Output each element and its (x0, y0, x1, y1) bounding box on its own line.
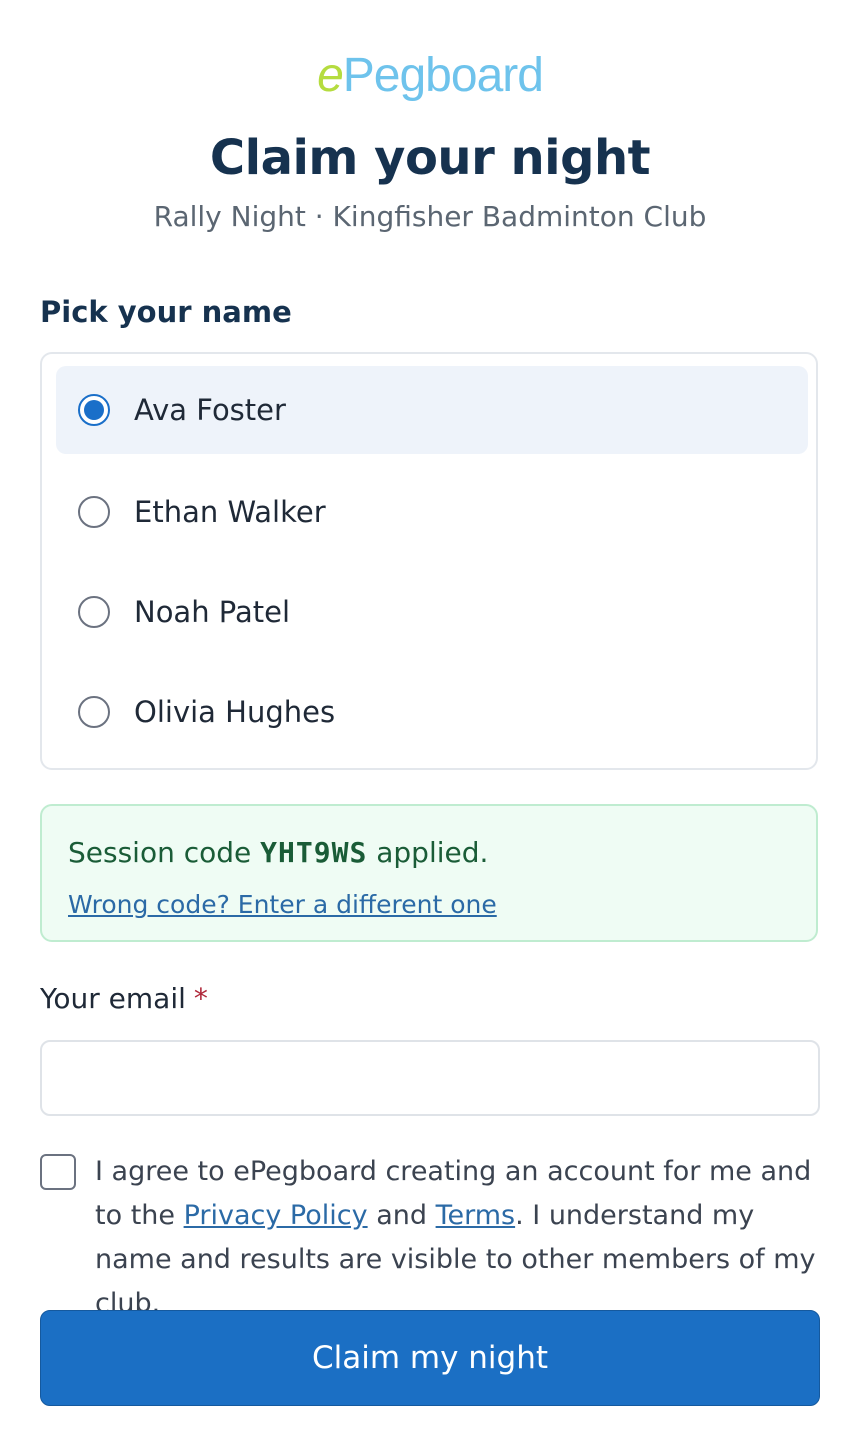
name-option-label: Ethan Walker (134, 495, 326, 529)
name-option-label: Olivia Hughes (134, 695, 336, 729)
radio-unselected-icon[interactable] (78, 596, 110, 628)
terms-link[interactable]: Terms (436, 1200, 516, 1231)
agreement-text: I agree to ePegboard creating an account… (95, 1150, 825, 1326)
session-code-text: Session code YHT9WS applied. (68, 836, 488, 869)
session-code-prefix: Session code (68, 836, 252, 869)
radio-unselected-icon[interactable] (78, 496, 110, 528)
email-input[interactable] (40, 1040, 820, 1116)
name-option-ava-foster[interactable]: Ava Foster (56, 366, 808, 454)
pick-name-label: Pick your name (40, 295, 292, 329)
session-code-suffix: applied. (376, 836, 489, 869)
epegboard-logo: ePegboard (0, 48, 860, 103)
claim-night-button[interactable]: Claim my night (40, 1310, 820, 1406)
radio-selected-icon[interactable] (78, 394, 110, 426)
page-subtitle: Rally Night · Kingfisher Badminton Club (153, 200, 707, 233)
session-code-notice: Session code YHT9WS applied. Wrong code?… (40, 804, 818, 942)
logo-rest: Pegboard (342, 49, 544, 102)
session-code-value: YHT9WS (260, 836, 368, 869)
page-title: Claim your night (209, 130, 651, 186)
privacy-policy-link[interactable]: Privacy Policy (184, 1200, 368, 1231)
logo-prefix: e (317, 49, 344, 102)
radio-unselected-icon[interactable] (78, 696, 110, 728)
name-option-label: Ava Foster (134, 393, 286, 427)
required-marker: * (193, 982, 208, 1015)
agree-checkbox[interactable] (40, 1154, 76, 1190)
name-radio-group: Ava Foster Ethan Walker Noah Patel Olivi… (40, 352, 818, 770)
name-option-noah-patel[interactable]: Noah Patel (56, 568, 808, 656)
change-code-link[interactable]: Wrong code? Enter a different one (68, 890, 497, 919)
name-option-olivia-hughes[interactable]: Olivia Hughes (56, 668, 808, 756)
email-label-text: Your email (40, 982, 186, 1015)
email-label: Your email * (40, 982, 208, 1015)
name-option-label: Noah Patel (134, 595, 291, 629)
agreement-text-2: and (376, 1200, 427, 1231)
name-option-ethan-walker[interactable]: Ethan Walker (56, 468, 808, 556)
